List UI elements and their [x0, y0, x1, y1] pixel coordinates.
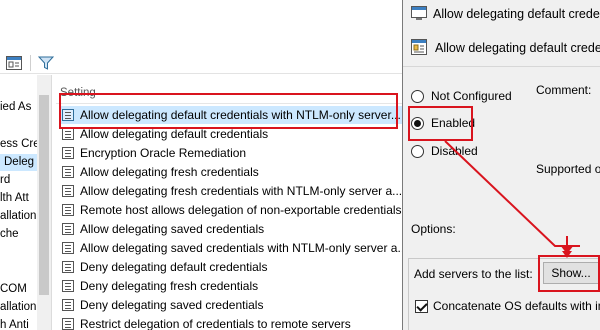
policy-setting-icon: [62, 280, 74, 292]
setting-label: Allow delegating saved credentials with …: [80, 241, 402, 255]
policy-setting-icon: [62, 204, 74, 216]
tree-item[interactable]: rd: [0, 172, 10, 189]
setting-row[interactable]: Restrict delegation of credentials to re…: [60, 315, 402, 330]
filter-icon[interactable]: [37, 56, 55, 70]
setting-row[interactable]: Allow delegating saved credentials: [60, 220, 402, 238]
tree-pane: ied As ess Cre Deleg rd lth Att allation…: [0, 75, 52, 330]
policy-setting-icon: [62, 318, 74, 330]
policy-setting-icon: [62, 261, 74, 273]
tree-item[interactable]: lth Att: [0, 190, 29, 207]
comment-label: Comment:: [536, 83, 592, 97]
tree-item[interactable]: h Anti: [0, 317, 29, 330]
policy-setting-icon: [62, 185, 74, 197]
highlight-box-setting: [59, 93, 398, 129]
setting-row[interactable]: Deny delegating default credentials: [60, 258, 402, 276]
radio-circle[interactable]: [411, 90, 424, 103]
policy-setting-icon: [62, 166, 74, 178]
radio-label: Not Configured: [431, 89, 512, 103]
setting-label: Allow delegating saved credentials: [80, 222, 265, 236]
highlight-box-enabled: [408, 106, 473, 141]
concatenate-checkbox[interactable]: [415, 300, 428, 313]
tree-scrollbar[interactable]: [37, 75, 51, 330]
setting-label: Deny delegating saved credentials: [80, 298, 264, 312]
toolbar: [0, 52, 402, 74]
dialog-title-text: Allow delegating default credenti: [433, 7, 600, 21]
tree-scroll-thumb[interactable]: [39, 95, 49, 295]
group-policy-editor: ied As ess Cre Deleg rd lth Att allation…: [0, 0, 402, 330]
radio-circle[interactable]: [411, 145, 424, 158]
policy-setting-icon: [62, 128, 74, 140]
tree-item[interactable]: allation: [0, 299, 36, 316]
setting-label: Allow delegating fresh credentials with …: [80, 184, 402, 198]
radio-label: Disabled: [431, 144, 478, 158]
policy-setting-icon: [62, 223, 74, 235]
policy-setting-icon: [62, 242, 74, 254]
concatenate-label: Concatenate OS defaults with inp: [433, 299, 600, 313]
policy-icon: [411, 39, 427, 55]
setting-row[interactable]: Allow delegating saved credentials with …: [60, 239, 402, 257]
setting-label: Deny delegating default credentials: [80, 260, 268, 274]
dialog-subtitle: Allow delegating default credenti: [411, 38, 600, 58]
tree-item[interactable]: che: [0, 226, 19, 243]
highlight-box-show: [538, 255, 600, 292]
setting-label: Allow delegating fresh credentials: [80, 165, 259, 179]
setting-row[interactable]: Allow delegating fresh credentials: [60, 163, 402, 181]
properties-icon[interactable]: [6, 56, 22, 70]
tree-item[interactable]: COM: [0, 281, 27, 298]
policy-setting-icon: [62, 299, 74, 311]
dialog-separator: [403, 66, 600, 67]
tree-item[interactable]: ied As: [0, 99, 31, 116]
setting-label: Encryption Oracle Remediation: [80, 146, 247, 160]
tree-item-selected[interactable]: Deleg: [0, 154, 37, 171]
setting-label: Remote host allows delegation of non-exp…: [80, 203, 402, 217]
setting-row[interactable]: Encryption Oracle Remediation: [60, 144, 402, 162]
dialog-subtitle-text: Allow delegating default credenti: [435, 41, 600, 55]
policy-setting-icon: [62, 147, 74, 159]
supported-on-label: Supported o: [536, 162, 600, 176]
policy-icon: [411, 6, 427, 20]
setting-row[interactable]: Deny delegating saved credentials: [60, 296, 402, 314]
toolbar-separator: [30, 55, 31, 71]
setting-row[interactable]: Remote host allows delegation of non-exp…: [60, 201, 402, 219]
setting-row[interactable]: Deny delegating fresh credentials: [60, 277, 402, 295]
add-servers-label: Add servers to the list:: [414, 267, 533, 281]
setting-label: Deny delegating fresh credentials: [80, 279, 259, 293]
setting-label: Restrict delegation of credentials to re…: [80, 317, 351, 330]
tree-item[interactable]: ess Cre: [0, 136, 40, 153]
dialog-title: Allow delegating default credenti: [411, 4, 600, 24]
setting-row[interactable]: Allow delegating fresh credentials with …: [60, 182, 402, 200]
tree-item[interactable]: allation: [0, 208, 36, 225]
options-label: Options:: [411, 222, 456, 236]
